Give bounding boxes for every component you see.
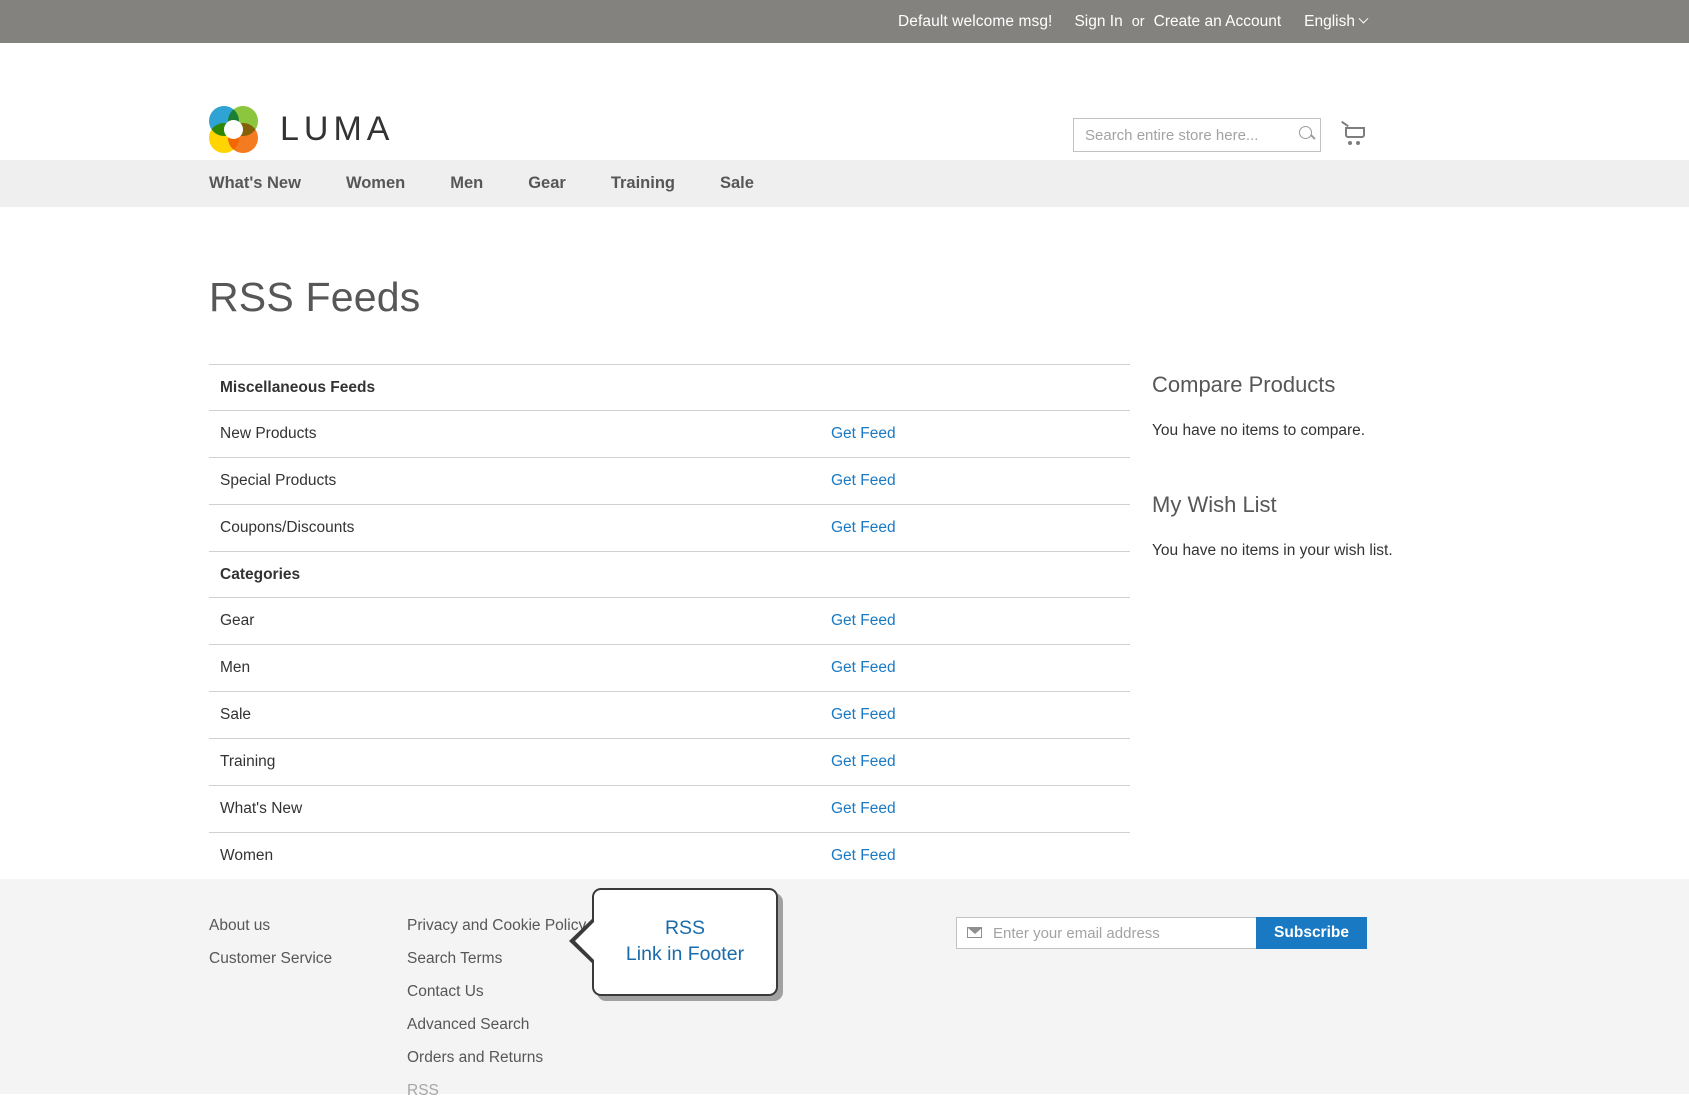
compare-products-empty: You have no items to compare. xyxy=(1152,422,1366,440)
main-content: RSS Feeds Miscellaneous Feeds New Produc… xyxy=(0,234,1689,880)
feed-link-cell: Get Feed xyxy=(820,597,1130,646)
feed-link-cell: Get Feed xyxy=(820,738,1130,787)
footer-link-rss[interactable]: RSS xyxy=(407,1082,439,1100)
get-feed-link-training[interactable]: Get Feed xyxy=(831,753,896,770)
table-row: Sale Get Feed xyxy=(209,691,1130,740)
table-row: Men Get Feed xyxy=(209,644,1130,693)
nav-item-women[interactable]: Women xyxy=(346,174,434,193)
nav-item-sale[interactable]: Sale xyxy=(720,174,783,193)
feed-name-training: Training xyxy=(209,738,820,787)
get-feed-link-coupons-discounts[interactable]: Get Feed xyxy=(831,519,896,536)
envelope-icon xyxy=(967,927,983,939)
create-account-link[interactable]: Create an Account xyxy=(1154,13,1282,31)
compare-products-block: Compare Products You have no items to co… xyxy=(1152,372,1490,440)
compare-products-title: Compare Products xyxy=(1152,372,1336,398)
search-box[interactable] xyxy=(1073,118,1321,152)
footer-link-customer-service[interactable]: Customer Service xyxy=(209,950,332,968)
table-row: Coupons/Discounts Get Feed xyxy=(209,504,1130,553)
table-group-header: Categories xyxy=(209,551,1130,599)
nav-item-whats-new[interactable]: What's New xyxy=(209,174,330,193)
callout-tail-fill xyxy=(575,921,595,961)
luma-logo-icon xyxy=(209,106,258,153)
feed-name-new-products: New Products xyxy=(209,410,820,459)
logo-text: LUMA xyxy=(280,110,395,148)
newsletter-input-wrap xyxy=(956,917,1257,950)
cart-icon[interactable] xyxy=(1341,120,1367,147)
content-columns: Miscellaneous Feeds New Products Get Fee… xyxy=(0,364,1689,879)
get-feed-link-special-products[interactable]: Get Feed xyxy=(831,472,896,489)
page-header: LUMA xyxy=(0,43,1689,160)
feed-name-gear: Gear xyxy=(209,597,820,646)
feed-link-cell: Get Feed xyxy=(820,504,1130,553)
chevron-down-icon xyxy=(1358,13,1369,24)
search-icon[interactable] xyxy=(1299,126,1312,139)
feed-link-cell: Get Feed xyxy=(820,457,1130,506)
get-feed-link-women[interactable]: Get Feed xyxy=(831,847,896,864)
nav-item-gear[interactable]: Gear xyxy=(528,174,595,193)
feed-link-cell: Get Feed xyxy=(820,691,1130,740)
wishlist-title: My Wish List xyxy=(1152,492,1277,518)
wishlist-empty: You have no items in your wish list. xyxy=(1152,542,1393,560)
subscribe-button[interactable]: Subscribe xyxy=(1256,917,1367,950)
feed-link-cell: Get Feed xyxy=(820,644,1130,693)
language-switcher[interactable]: English xyxy=(1304,12,1369,31)
newsletter-signup: Subscribe xyxy=(956,917,1367,950)
feed-name-sale: Sale xyxy=(209,691,820,740)
wishlist-block: My Wish List You have no items in your w… xyxy=(1152,492,1490,560)
nav-item-men[interactable]: Men xyxy=(450,174,512,193)
rss-feeds-table: Miscellaneous Feeds New Products Get Fee… xyxy=(209,364,1130,879)
newsletter-email-input[interactable] xyxy=(956,917,1257,950)
table-row: New Products Get Feed xyxy=(209,410,1130,459)
table-row: Gear Get Feed xyxy=(209,597,1130,646)
group-title-miscellaneous: Miscellaneous Feeds xyxy=(209,364,1130,412)
feed-name-whats-new: What's New xyxy=(209,785,820,834)
footer-link-search-terms[interactable]: Search Terms xyxy=(407,950,502,968)
sign-in-link[interactable]: Sign In xyxy=(1074,13,1122,31)
feed-name-men: Men xyxy=(209,644,820,693)
footer-link-privacy-cookie-policy[interactable]: Privacy and Cookie Policy xyxy=(407,917,586,935)
page-title: RSS Feeds xyxy=(209,274,421,321)
get-feed-link-new-products[interactable]: Get Feed xyxy=(831,425,896,442)
feed-link-cell: Get Feed xyxy=(820,833,1130,880)
group-title-categories: Categories xyxy=(209,551,1130,599)
footer-links: About us Customer Service Privacy and Co… xyxy=(209,917,1689,1115)
callout-line-1: RSS xyxy=(664,917,706,940)
table-row: Special Products Get Feed xyxy=(209,457,1130,506)
nav-item-training[interactable]: Training xyxy=(611,174,704,193)
feed-name-special-products: Special Products xyxy=(209,457,820,506)
callout-line-2: Link in Footer xyxy=(625,943,745,965)
footer-link-advanced-search[interactable]: Advanced Search xyxy=(407,1016,529,1034)
logo[interactable]: LUMA xyxy=(209,106,394,153)
table-row: Training Get Feed xyxy=(209,738,1130,787)
footer-column-2: Privacy and Cookie Policy Search Terms C… xyxy=(407,917,586,1115)
header-actions xyxy=(1073,118,1367,152)
feed-name-coupons-discounts: Coupons/Discounts xyxy=(209,504,820,553)
feed-link-cell: Get Feed xyxy=(820,785,1130,834)
rss-feeds-column: Miscellaneous Feeds New Products Get Fee… xyxy=(209,364,1130,879)
top-panel: Default welcome msg! Sign In or Create a… xyxy=(0,0,1689,43)
footer-link-contact-us[interactable]: Contact Us xyxy=(407,983,484,1001)
footer-link-about-us[interactable]: About us xyxy=(209,917,270,935)
table-row: What's New Get Feed xyxy=(209,785,1130,834)
callout-text: RSS Link in Footer xyxy=(626,916,744,967)
get-feed-link-gear[interactable]: Get Feed xyxy=(831,612,896,629)
page-footer: About us Customer Service Privacy and Co… xyxy=(0,879,1689,1099)
or-separator: or xyxy=(1131,13,1145,30)
table-row: Women Get Feed xyxy=(209,833,1130,880)
get-feed-link-men[interactable]: Get Feed xyxy=(831,659,896,676)
sidebar: Compare Products You have no items to co… xyxy=(1130,364,1490,879)
search-input[interactable] xyxy=(1073,118,1321,152)
feed-link-cell: Get Feed xyxy=(820,410,1130,459)
table-group-header: Miscellaneous Feeds xyxy=(209,364,1130,412)
rss-callout-bubble: RSS Link in Footer xyxy=(569,888,778,996)
welcome-message: Default welcome msg! xyxy=(897,12,1053,30)
get-feed-link-whats-new[interactable]: Get Feed xyxy=(831,800,896,817)
main-navigation: What's New Women Men Gear Training Sale xyxy=(0,160,1689,207)
footer-link-orders-and-returns[interactable]: Orders and Returns xyxy=(407,1049,543,1067)
feed-name-women: Women xyxy=(220,847,274,865)
footer-column-1: About us Customer Service xyxy=(209,917,407,1115)
language-switcher-label: English xyxy=(1304,12,1355,30)
get-feed-link-sale[interactable]: Get Feed xyxy=(831,706,896,723)
